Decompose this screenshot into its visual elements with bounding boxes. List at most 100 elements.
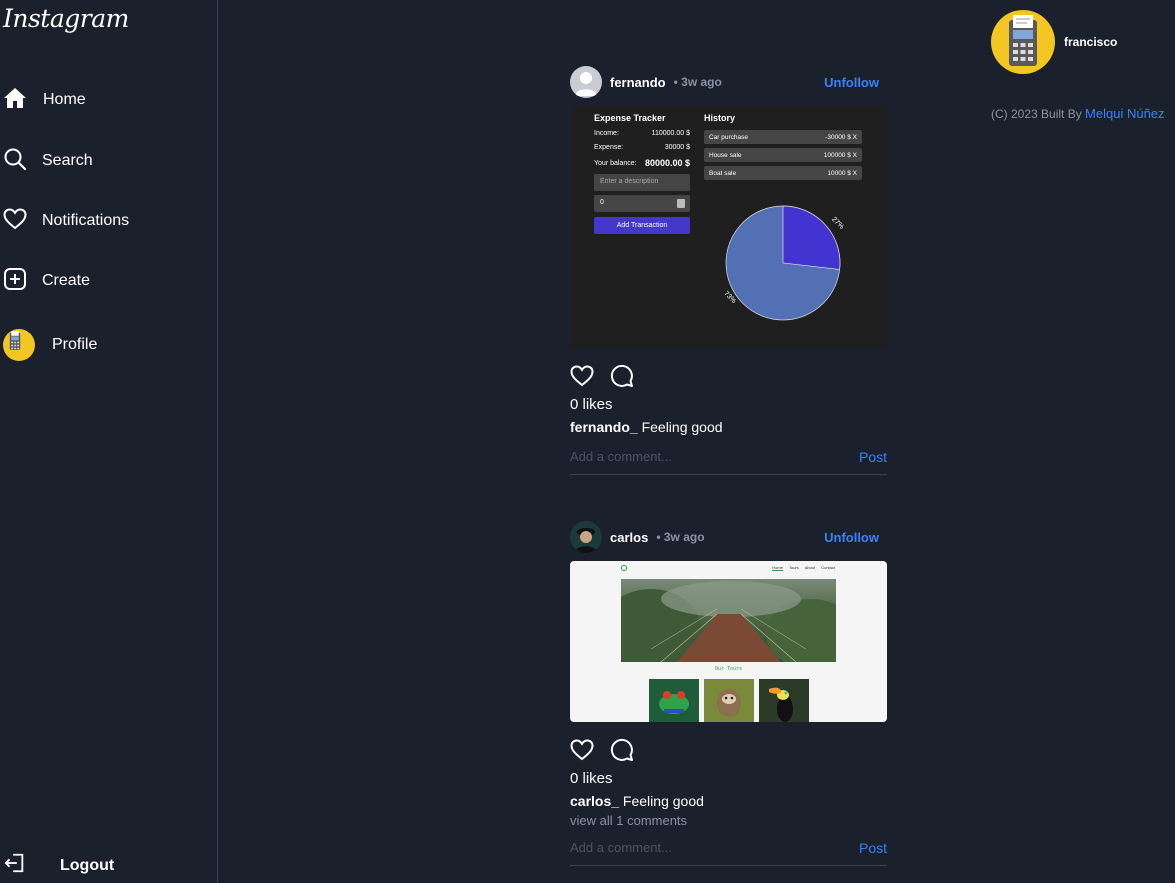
caption-text: Feeling good — [637, 419, 723, 435]
history-value: 100000 $ X — [823, 151, 857, 159]
sidebar-item-search[interactable]: Search — [3, 146, 93, 176]
logout-label: Logout — [60, 856, 115, 874]
balance-row: Your balance: 80000.00 $ — [594, 158, 690, 168]
avatar[interactable] — [570, 521, 602, 553]
history-item: House sale 100000 $ X — [704, 148, 862, 162]
view-all-comments-link[interactable]: view all 1 comments — [570, 813, 887, 828]
expense-value: 30000 $ — [664, 144, 690, 151]
tour-card-toucan — [759, 679, 809, 722]
sidebar-item-create[interactable]: Create — [3, 266, 90, 296]
footer: (C) 2023 Built By Melqui Núñez — [991, 106, 1165, 121]
post-image[interactable]: Expense Tracker Income: 110000.00 $ Expe… — [570, 106, 887, 348]
tours-heading: Our Tours — [714, 666, 743, 672]
caption-username[interactable]: fernando_ — [570, 419, 638, 435]
sidebar: Instagram Home Search Notifications Crea… — [0, 0, 218, 883]
history-label: House sale — [709, 151, 742, 159]
post-header: carlos • 3w ago Unfollow — [570, 520, 887, 554]
balance-label: Your balance: — [594, 159, 637, 167]
post-comment-button[interactable]: Post — [859, 840, 887, 856]
add-transaction-button: Add Transaction — [594, 217, 690, 234]
site-nav-item: Contact — [821, 565, 835, 570]
history-item: Boat sale 10000 $ X — [704, 166, 862, 180]
tours-website-screenshot: Home Tours About Contact Our Tours — [570, 561, 887, 722]
heart-icon — [3, 207, 27, 236]
caption-text: Feeling good — [619, 793, 704, 809]
stepper-icon — [677, 199, 685, 208]
sidebar-item-label: Notifications — [42, 212, 130, 229]
history-label: Car purchase — [709, 133, 749, 141]
expense-label: Expense: — [594, 144, 624, 151]
history-title: History — [704, 113, 736, 123]
history-value: 10000 $ X — [827, 169, 857, 177]
post-username[interactable]: fernando — [610, 75, 666, 90]
sidebar-item-label: Search — [42, 152, 93, 169]
site-nav-item: About — [804, 565, 816, 570]
post-image[interactable]: Home Tours About Contact Our Tours — [570, 561, 887, 722]
like-heart-icon[interactable] — [570, 364, 594, 388]
footer-text: (C) 2023 Built By — [991, 107, 1086, 121]
site-logo-icon — [621, 565, 627, 571]
comment-input[interactable] — [570, 449, 830, 464]
expense-tracker-screenshot: Expense Tracker Income: 110000.00 $ Expe… — [570, 106, 887, 348]
likes-count: 0 likes — [570, 396, 613, 413]
tour-card-sloth — [704, 679, 754, 722]
tour-card-frog — [649, 679, 699, 722]
like-heart-icon[interactable] — [570, 738, 594, 762]
caption-username[interactable]: carlos_ — [570, 793, 619, 809]
logout-button[interactable]: Logout — [4, 852, 114, 879]
post-time: • 3w ago — [656, 530, 705, 544]
sidebar-item-label: Home — [43, 91, 86, 108]
comment-input[interactable] — [570, 840, 830, 855]
amount-field: 0 — [594, 195, 690, 212]
balance-value: 80000.00 $ — [644, 158, 690, 168]
post-time: • 3w ago — [673, 75, 722, 89]
expense-title: Expense Tracker — [594, 113, 666, 123]
income-value: 110000.00 $ — [651, 130, 690, 137]
hero-bridge-image — [621, 579, 836, 662]
comment-icon[interactable] — [610, 738, 634, 762]
sidebar-item-home[interactable]: Home — [3, 85, 86, 115]
amount-value: 0 — [600, 199, 604, 206]
logout-icon — [4, 852, 26, 879]
pie-slice-income — [782, 205, 841, 270]
site-nav: Home Tours About Contact — [772, 565, 835, 571]
unfollow-button[interactable]: Unfollow — [824, 530, 879, 545]
sidebar-item-label: Profile — [52, 336, 98, 353]
search-icon — [3, 147, 27, 176]
pie-chart: 27% 73% — [722, 205, 845, 321]
sidebar-item-notifications[interactable]: Notifications — [3, 206, 129, 236]
pie-label: 27% — [830, 216, 845, 231]
post-username[interactable]: carlos — [610, 530, 648, 545]
unfollow-button[interactable]: Unfollow — [824, 75, 879, 90]
comment-icon[interactable] — [610, 364, 634, 388]
post-actions — [570, 738, 887, 762]
history-label: Boat sale — [709, 169, 737, 177]
income-label: Income: — [594, 130, 619, 137]
site-nav-item: Home — [772, 565, 783, 571]
site-nav-item: Tours — [788, 565, 799, 570]
home-icon — [3, 86, 27, 115]
avatar[interactable] — [570, 66, 602, 98]
current-user: francisco — [991, 10, 1117, 74]
post-actions — [570, 364, 887, 388]
author-link[interactable]: Melqui Núñez — [1085, 106, 1165, 121]
comment-row: Post — [570, 439, 887, 475]
avatar[interactable] — [991, 10, 1055, 74]
post-header: fernando • 3w ago Unfollow — [570, 65, 887, 99]
history-item: Car purchase -30000 $ X — [704, 130, 862, 144]
post-caption: fernando_ Feeling good — [570, 419, 887, 435]
instagram-logo[interactable]: Instagram — [3, 4, 129, 33]
plus-square-icon — [3, 267, 27, 296]
comment-row: Post — [570, 830, 887, 866]
current-username[interactable]: francisco — [1064, 35, 1117, 49]
post-card: fernando • 3w ago Unfollow Expense Track… — [570, 65, 887, 475]
avatar — [3, 329, 35, 361]
income-row: Income: 110000.00 $ — [594, 130, 690, 137]
post-card: carlos • 3w ago Unfollow Home Tours Abou… — [570, 520, 887, 866]
expense-row: Expense: 30000 $ — [594, 144, 690, 151]
sidebar-item-label: Create — [42, 272, 91, 289]
post-caption: carlos_ Feeling good — [570, 793, 887, 809]
sidebar-item-profile[interactable]: Profile — [3, 328, 97, 362]
post-comment-button[interactable]: Post — [859, 449, 887, 465]
description-field: Enter a description — [594, 174, 690, 191]
